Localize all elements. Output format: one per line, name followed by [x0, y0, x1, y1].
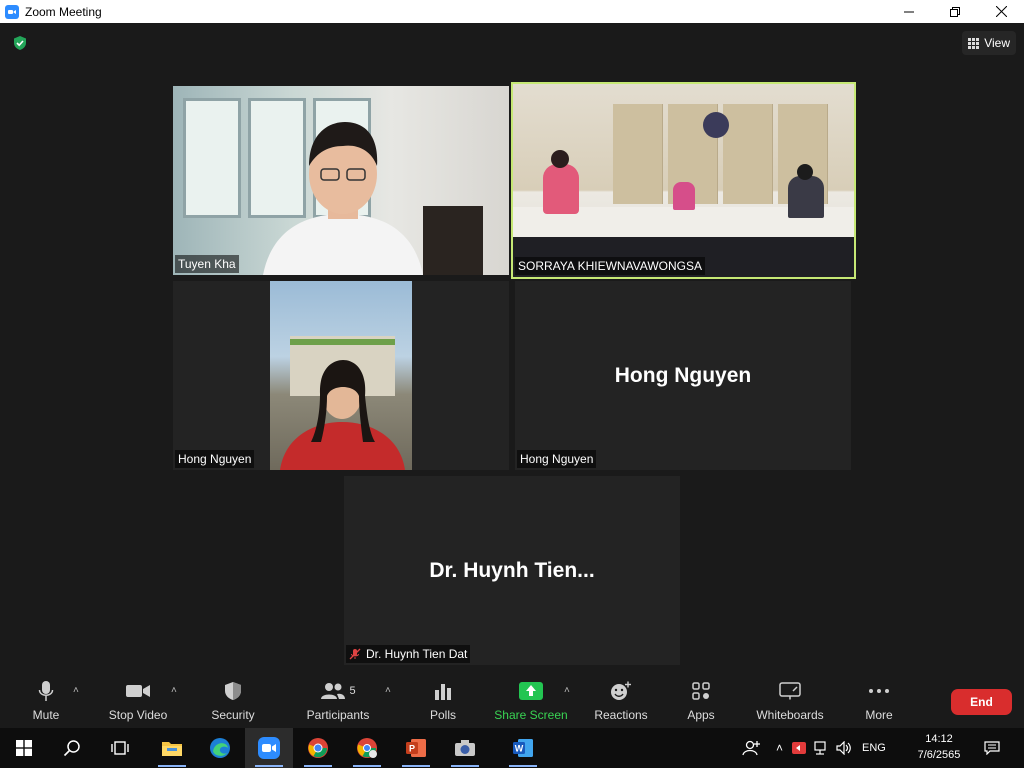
svg-text:W: W [515, 744, 524, 754]
task-view-button[interactable] [96, 728, 144, 768]
powerpoint-icon: P [406, 739, 426, 757]
share-screen-icon [519, 682, 543, 700]
windows-logo-icon [16, 740, 32, 756]
clock-date: 7/6/2565 [917, 749, 961, 761]
whiteboards-button[interactable]: Whiteboards [752, 679, 828, 725]
taskbar-edge[interactable] [196, 728, 244, 768]
network-icon[interactable] [814, 741, 828, 755]
antivirus-tray-icon[interactable] [792, 742, 807, 754]
search-icon [63, 740, 80, 757]
taskbar-chrome-profile[interactable] [343, 728, 391, 768]
encryption-shield-icon[interactable] [12, 35, 28, 51]
video-tile-hong-nguyen-no-video[interactable]: Hong Nguyen Hong Nguyen [515, 281, 851, 470]
security-button[interactable]: Security [207, 679, 259, 725]
muted-mic-icon [349, 648, 361, 660]
whiteboard-icon [779, 682, 801, 700]
restore-icon [950, 6, 960, 17]
reactions-smiley-icon [611, 681, 631, 700]
participant-video [270, 281, 412, 470]
video-tile-sorraya[interactable]: SORRAYA KHIEWNAVAWONGSA [511, 82, 856, 279]
stop-video-button[interactable]: Stop Video [104, 679, 172, 725]
taskbar-zoom[interactable] [245, 728, 293, 768]
maximize-button[interactable] [932, 0, 978, 23]
security-shield-icon [225, 682, 241, 700]
camera-icon [455, 740, 475, 756]
reactions-button[interactable]: Reactions [592, 679, 650, 725]
video-tile-hong-nguyen[interactable]: Hong Nguyen [173, 281, 509, 470]
participant-name-label: Hong Nguyen [175, 450, 255, 468]
close-button[interactable] [978, 0, 1024, 23]
action-center-button[interactable] [968, 728, 1016, 768]
word-icon: W [513, 739, 533, 757]
mute-button[interactable]: Mute [30, 679, 62, 725]
windows-taskbar: P W ˄ ENG 14:12 7/6/2565 [0, 728, 1024, 768]
video-tile-tuyen-kha[interactable]: Tuyen Kha [173, 86, 509, 275]
volume-icon[interactable] [836, 741, 852, 755]
taskbar-file-explorer[interactable] [148, 728, 196, 768]
meeting-toolbar: Mute ˄ Stop Video ˄ Security 5 Participa… [0, 675, 1024, 728]
minimize-icon [904, 11, 914, 12]
people-icon[interactable] [742, 740, 760, 756]
system-tray: ˄ ENG [742, 728, 886, 768]
share-screen-button[interactable]: Share Screen [494, 679, 568, 725]
participant-video [513, 84, 854, 277]
share-options-caret[interactable]: ˄ [564, 685, 570, 696]
zoom-icon [258, 737, 280, 759]
close-icon [995, 6, 1007, 17]
end-meeting-button[interactable]: End [951, 689, 1012, 715]
participants-button[interactable]: 5 Participants [304, 679, 372, 725]
apps-button[interactable]: Apps [684, 679, 718, 725]
search-button[interactable] [48, 728, 96, 768]
participant-display-name: Hong Nguyen [614, 363, 752, 387]
start-button[interactable] [0, 728, 48, 768]
microphone-icon [38, 681, 54, 701]
taskbar-clock[interactable]: 14:12 7/6/2565 [914, 731, 964, 763]
chrome-icon [308, 738, 328, 758]
title-bar: Zoom Meeting [0, 0, 1024, 23]
video-options-caret[interactable]: ˄ [171, 685, 177, 696]
minimize-button[interactable] [886, 0, 932, 23]
participant-name-label: SORRAYA KHIEWNAVAWONGSA [515, 257, 706, 275]
participant-display-name: Dr. Huynh Tien... [429, 558, 595, 582]
video-tile-huynh-tien-dat[interactable]: Dr. Huynh Tien... Dr. Huynh Tien Dat [344, 476, 680, 665]
meeting-area: View Tuyen Kha SORRAYA KHIEWNAVAWONGSA H… [0, 23, 1024, 675]
video-camera-icon [126, 685, 150, 697]
mute-options-caret[interactable]: ˄ [73, 685, 79, 696]
taskbar-camera[interactable] [441, 728, 489, 768]
more-button[interactable]: More [862, 679, 896, 725]
svg-text:P: P [409, 744, 415, 754]
language-indicator[interactable]: ENG [862, 742, 886, 754]
view-button[interactable]: View [962, 31, 1016, 55]
view-label: View [984, 36, 1010, 50]
more-dots-icon [869, 689, 889, 693]
taskbar-word[interactable]: W [499, 728, 547, 768]
participants-options-caret[interactable]: ˄ [385, 685, 391, 696]
notifications-icon [984, 741, 1000, 755]
window-title: Zoom Meeting [25, 4, 102, 19]
taskbar-powerpoint[interactable]: P [392, 728, 440, 768]
polls-chart-icon [435, 684, 451, 700]
grid-view-icon [968, 37, 980, 49]
polls-button[interactable]: Polls [426, 679, 460, 725]
taskbar-chrome[interactable] [294, 728, 342, 768]
participant-name-label: Hong Nguyen [517, 450, 597, 468]
participants-icon [321, 683, 346, 699]
chevron-up-icon[interactable]: ˄ [776, 741, 783, 755]
participant-name-label: Dr. Huynh Tien Dat [346, 645, 471, 663]
edge-browser-icon [210, 738, 230, 758]
apps-icon [692, 682, 710, 700]
folder-icon [162, 742, 182, 756]
participant-name-label: Tuyen Kha [175, 255, 239, 273]
participant-video [173, 86, 509, 275]
participants-count: 5 [349, 685, 356, 697]
task-view-icon [111, 741, 129, 755]
zoom-app-icon [5, 4, 19, 19]
clock-time: 14:12 [925, 733, 953, 745]
chrome-profile-icon [357, 738, 377, 758]
